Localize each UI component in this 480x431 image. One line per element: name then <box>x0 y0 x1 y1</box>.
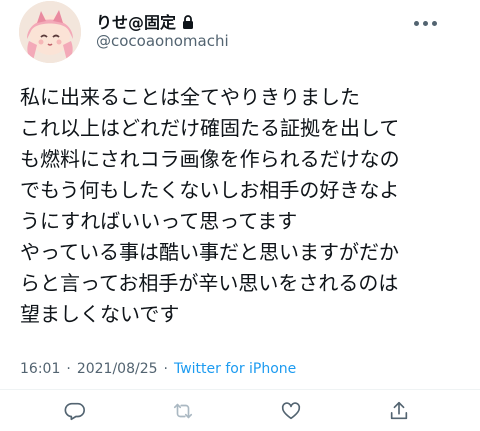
separator-dot: · <box>66 361 71 377</box>
retweet-icon <box>173 403 193 419</box>
tweet-line: これ以上はどれだけ確固たる証拠を出して <box>20 116 400 140</box>
tweet-line: 望ましくないです <box>20 302 180 326</box>
reply-icon <box>64 402 85 421</box>
reply-button[interactable] <box>60 396 90 426</box>
lock-icon <box>182 14 194 29</box>
author-name-row: りせ@固定 <box>96 9 194 33</box>
tweet-line: も燃料にされコラ画像を作られるだけなの <box>20 147 400 171</box>
retweet-button[interactable] <box>168 396 198 426</box>
like-button[interactable] <box>276 396 306 426</box>
divider <box>0 389 480 390</box>
avatar[interactable] <box>19 1 81 63</box>
heart-icon <box>281 402 301 420</box>
user-handle[interactable]: @cocoaonomachi <box>96 32 229 50</box>
share-icon <box>390 401 408 420</box>
tweet-time[interactable]: 16:01 <box>20 361 60 377</box>
action-bar <box>0 396 480 426</box>
anime-character-avatar-icon <box>19 1 81 63</box>
tweet-line: でもう何もしたくないしお相手の好きなよ <box>20 178 400 202</box>
display-name[interactable]: りせ@固定 <box>96 9 176 33</box>
tweet-date[interactable]: 2021/08/25 <box>77 361 158 377</box>
tweet-line: うにすればいいって思ってます <box>20 209 298 233</box>
tweet-line: 私に出来ることは全てやりきりました <box>20 85 360 109</box>
separator-dot: · <box>163 361 168 377</box>
tweet-metadata: 16:01 · 2021/08/25 · Twitter for iPhone <box>20 361 296 377</box>
share-button[interactable] <box>384 396 414 426</box>
more-options-icon[interactable] <box>414 16 444 30</box>
tweet-line: やっている事は酷い事だと思いますがだか <box>20 240 399 264</box>
tweet-text: 私に出来ることは全てやりきりました これ以上はどれだけ確固たる証拠を出して も燃… <box>20 82 470 330</box>
tweet-source-link[interactable]: Twitter for iPhone <box>174 361 296 377</box>
tweet-line: らと言ってお相手が辛い思いをされるのは <box>20 271 399 295</box>
